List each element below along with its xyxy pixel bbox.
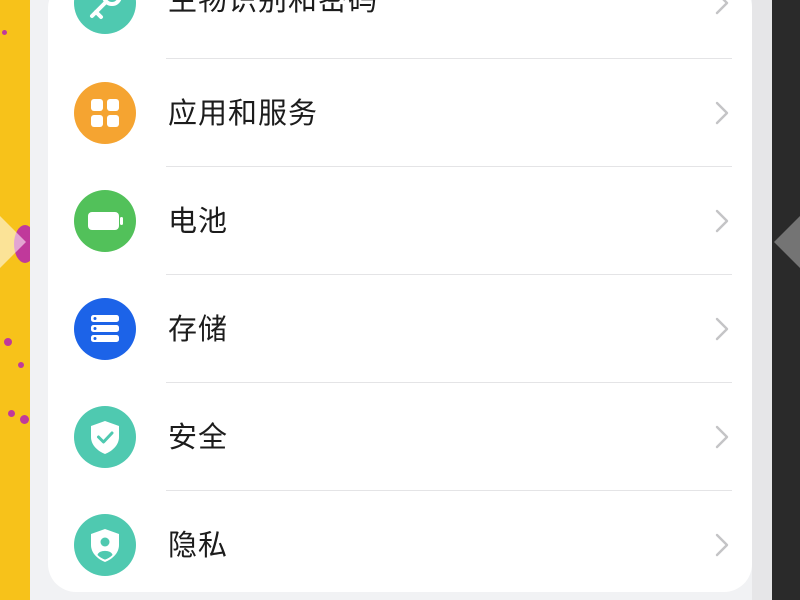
- settings-item-label: 生物识别和密码: [168, 0, 379, 17]
- key-icon: [74, 0, 136, 34]
- chevron-right-icon: [712, 207, 732, 235]
- settings-item-apps[interactable]: 应用和服务: [48, 59, 752, 167]
- settings-item-label: 应用和服务: [168, 96, 319, 130]
- settings-item-label: 隐私: [168, 528, 229, 562]
- settings-item-label: 电池: [168, 204, 229, 238]
- wallpaper-dot: [18, 362, 24, 368]
- chevron-right-icon: [712, 0, 732, 17]
- wallpaper-dot: [8, 410, 15, 417]
- settings-item-storage[interactable]: 存储: [48, 275, 752, 383]
- device-frame: [752, 0, 772, 600]
- wallpaper-right: [772, 0, 800, 600]
- battery-icon: [74, 190, 136, 252]
- shield-check-icon: [74, 406, 136, 468]
- settings-card: 生物识别和密码 应用和服务 电池 存储 安全 隐私: [48, 0, 752, 592]
- settings-item-label: 安全: [168, 420, 229, 454]
- privacy-shield-icon: [74, 514, 136, 576]
- chevron-right-icon: [712, 423, 732, 451]
- edge-marker: [774, 216, 800, 268]
- apps-grid-icon: [74, 82, 136, 144]
- storage-icon: [74, 298, 136, 360]
- chevron-right-icon: [712, 531, 732, 559]
- wallpaper-left: [0, 0, 36, 600]
- edge-marker: [0, 216, 26, 268]
- screenshot-frame: 生物识别和密码 应用和服务 电池 存储 安全 隐私: [0, 0, 800, 600]
- settings-item-security[interactable]: 安全: [48, 383, 752, 491]
- settings-item-battery[interactable]: 电池: [48, 167, 752, 275]
- settings-item-label: 存储: [168, 312, 229, 346]
- settings-item-privacy[interactable]: 隐私: [48, 491, 752, 599]
- settings-item-biometrics[interactable]: 生物识别和密码: [48, 0, 752, 58]
- chevron-right-icon: [712, 99, 732, 127]
- wallpaper-dot: [2, 30, 7, 35]
- chevron-right-icon: [712, 315, 732, 343]
- wallpaper-dot: [20, 415, 29, 424]
- wallpaper-dot: [4, 338, 12, 346]
